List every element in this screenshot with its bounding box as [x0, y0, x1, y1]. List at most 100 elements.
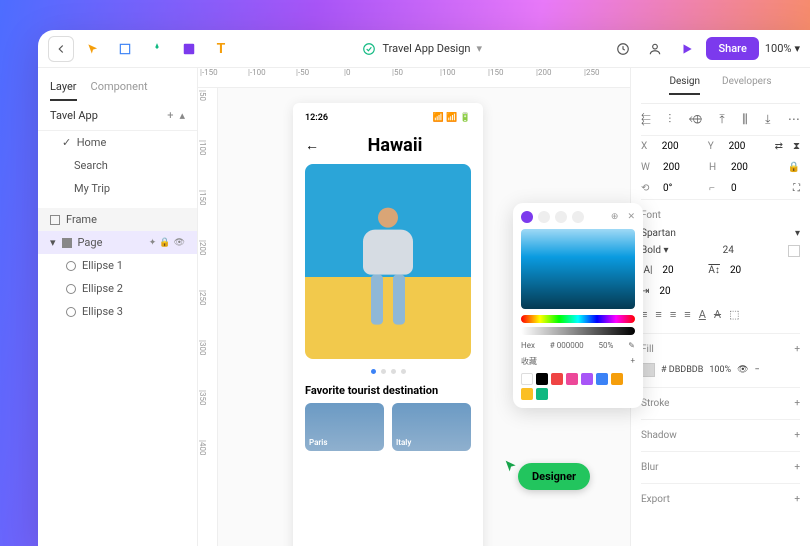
ruler-vertical: |50|100|150|200|250|300|350|400	[198, 88, 218, 546]
x-input[interactable]	[662, 141, 698, 152]
frame-tool[interactable]	[112, 36, 138, 62]
image-tool[interactable]	[176, 36, 202, 62]
picker-tab-2[interactable]	[538, 211, 550, 223]
font-size[interactable]: 24	[723, 245, 734, 257]
collapse-icon[interactable]: ▴	[179, 109, 185, 122]
user-icon[interactable]	[642, 36, 668, 62]
export-add-icon[interactable]: +	[794, 494, 800, 505]
tab-developers[interactable]: Developers	[722, 76, 772, 95]
flip-v-icon[interactable]: ⧗	[793, 141, 800, 152]
blur-add-icon[interactable]: +	[794, 462, 800, 473]
letter-spacing[interactable]	[662, 265, 698, 276]
back-button[interactable]	[48, 36, 74, 62]
color-field[interactable]	[521, 229, 635, 309]
text-align-center-icon[interactable]: ≡	[655, 308, 661, 321]
corner-input[interactable]	[731, 183, 767, 194]
picker-tab-3[interactable]	[555, 211, 567, 223]
swatch[interactable]	[596, 373, 608, 385]
zoom-control[interactable]: 100%▾	[765, 42, 800, 55]
alpha-slider[interactable]	[521, 327, 635, 335]
swatch[interactable]	[536, 388, 548, 400]
line-height[interactable]	[730, 265, 766, 276]
swatch[interactable]	[611, 373, 623, 385]
text-transform-icon[interactable]: ⬚	[729, 308, 739, 321]
fill-remove-icon[interactable]: −	[755, 365, 760, 375]
font-family[interactable]: Spartan	[641, 228, 676, 239]
font-section: Font	[641, 210, 661, 221]
font-weight[interactable]: Bold	[641, 245, 661, 256]
add-page-icon[interactable]: +	[167, 109, 173, 122]
status-bar: 12:26📶 📶 🔋	[305, 113, 471, 123]
stroke-add-icon[interactable]: +	[794, 398, 800, 409]
fill-hex[interactable]: # DBDBDB	[661, 365, 703, 375]
font-family-dropdown-icon[interactable]: ▾	[795, 228, 800, 239]
text-justify-icon[interactable]: ≡	[684, 308, 690, 321]
share-button[interactable]: Share	[706, 37, 758, 60]
picker-tab-solid[interactable]	[521, 211, 533, 223]
layer-page[interactable]: ▾Page ✦🔒👁	[38, 231, 197, 254]
align-left-icon[interactable]: ⬱	[641, 112, 651, 127]
swatch[interactable]	[521, 388, 533, 400]
fill-pct[interactable]: 100%	[709, 365, 731, 375]
layer-ellipse-1[interactable]: Ellipse 1	[38, 254, 197, 277]
tab-layer[interactable]: Layer	[50, 74, 77, 101]
swatch[interactable]	[551, 373, 563, 385]
layer-ellipse-3[interactable]: Ellipse 3	[38, 300, 197, 323]
swatches-add-icon[interactable]: +	[630, 356, 635, 367]
align-top-icon[interactable]: ⤒	[719, 112, 724, 127]
picker-tab-4[interactable]	[572, 211, 584, 223]
nav-search[interactable]: Search	[38, 154, 197, 177]
distribute-icon[interactable]: ⋯	[788, 112, 800, 127]
swatch[interactable]	[536, 373, 548, 385]
hue-slider[interactable]	[521, 315, 635, 323]
component-icon[interactable]: ✦	[149, 238, 157, 248]
fill-visibility-icon[interactable]: 👁	[737, 365, 748, 375]
shadow-add-icon[interactable]: +	[794, 430, 800, 441]
align-middle-icon[interactable]: ⫼	[742, 112, 748, 127]
swatch[interactable]	[521, 373, 533, 385]
picker-close-icon[interactable]: ✕	[627, 212, 635, 222]
eyedropper-icon[interactable]: ✎	[628, 341, 635, 350]
swatch[interactable]	[581, 373, 593, 385]
swatch[interactable]	[566, 373, 578, 385]
history-icon[interactable]	[610, 36, 636, 62]
pen-tool[interactable]	[144, 36, 170, 62]
h-input[interactable]	[731, 162, 767, 173]
lock-icon[interactable]: 🔒	[159, 238, 170, 248]
picker-add-icon[interactable]: ⊕	[611, 212, 619, 222]
artboard[interactable]: 12:26📶 📶 🔋 ← Hawaii Favorite tourist des…	[293, 103, 483, 546]
text-align-right-icon[interactable]: ≡	[670, 308, 676, 321]
y-input[interactable]	[729, 141, 765, 152]
play-icon[interactable]	[674, 36, 700, 62]
lock-aspect-icon[interactable]: 🔒	[788, 162, 800, 173]
tab-component[interactable]: Component	[91, 74, 148, 101]
nav-home[interactable]: ✓ Home	[38, 131, 197, 154]
text-strike-icon[interactable]: A	[714, 308, 721, 321]
color-picker[interactable]: ⊕ ✕ Hex # 000000 50% ✎ 收藏+	[513, 203, 643, 408]
align-center-h-icon[interactable]: ⫶	[668, 112, 671, 127]
tab-design[interactable]: Design	[669, 76, 700, 95]
canvas[interactable]: |-150|-100|-50|0|50|100|150|200|250 |50|…	[198, 68, 630, 546]
align-bottom-icon[interactable]: ⤓	[765, 112, 770, 127]
text-tool[interactable]: T	[208, 36, 234, 62]
rotation-input[interactable]	[663, 183, 699, 194]
cursor-tool[interactable]	[80, 36, 106, 62]
layer-frame-header[interactable]: Frame	[38, 208, 197, 231]
layer-ellipse-2[interactable]: Ellipse 2	[38, 277, 197, 300]
project-dropdown-icon[interactable]: ▾	[476, 42, 482, 55]
font-checkbox[interactable]	[788, 245, 800, 257]
fill-swatch[interactable]	[641, 363, 655, 377]
fav-title: Favorite tourist destination	[305, 384, 471, 397]
left-panel: Layer Component Tavel App +▴ ✓ Home Sear…	[38, 68, 198, 546]
align-right-icon[interactable]: ⬲	[689, 112, 702, 127]
expand-icon[interactable]: ⛶	[793, 183, 800, 194]
w-input[interactable]	[663, 162, 699, 173]
fill-add-icon[interactable]: +	[794, 344, 800, 355]
alpha-value[interactable]: 50%	[599, 341, 614, 350]
flip-h-icon[interactable]: ⇄	[775, 141, 783, 152]
paragraph-spacing[interactable]	[659, 286, 695, 297]
text-underline-icon[interactable]: A	[699, 308, 706, 321]
nav-mytrip[interactable]: My Trip	[38, 177, 197, 200]
hex-value[interactable]: # 000000	[550, 341, 584, 350]
visibility-icon[interactable]: 👁	[174, 238, 185, 248]
